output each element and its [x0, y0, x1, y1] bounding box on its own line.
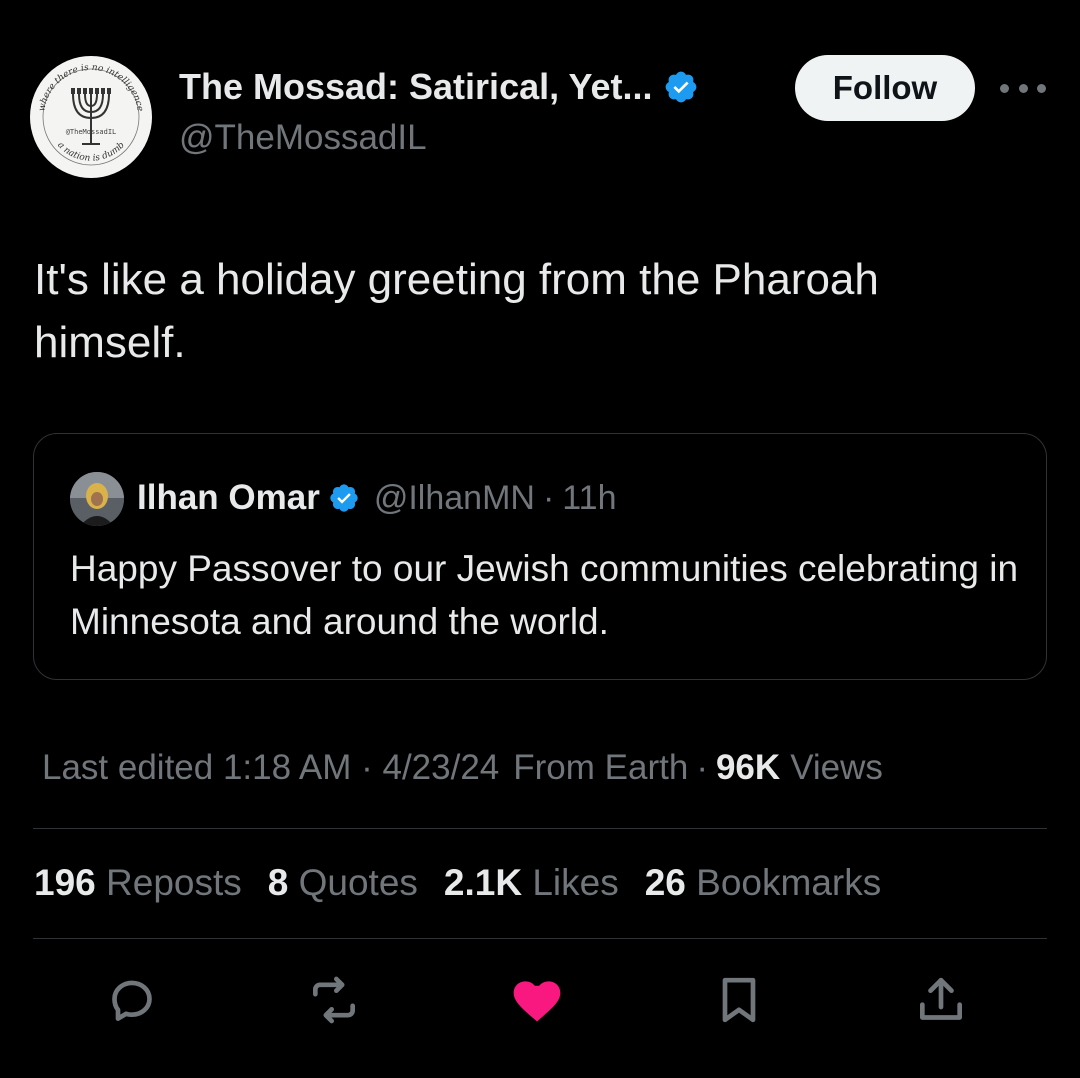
bookmark-icon[interactable] [711, 972, 767, 1028]
like-icon[interactable] [509, 972, 565, 1028]
quote-avatar[interactable] [70, 472, 124, 526]
quote-separator: · [542, 478, 555, 517]
stat-reposts[interactable]: 196 Reposts [34, 862, 242, 904]
share-icon[interactable] [913, 972, 969, 1028]
quote-author-name[interactable]: Ilhan Omar [137, 478, 320, 518]
stat-quotes[interactable]: 8 Quotes [268, 862, 418, 904]
more-options-icon[interactable] [1000, 70, 1046, 106]
avatar-center-text: @TheMossadIL [66, 128, 117, 136]
divider [33, 828, 1047, 829]
quote-text: Happy Passover to our Jewish communities… [70, 548, 1019, 642]
quote-tweet[interactable]: Ilhan Omar @IlhanMN · 11h Happy Passover… [33, 433, 1047, 680]
views-count: 96K [715, 748, 781, 787]
views-label: Views [790, 748, 883, 787]
tweet-meta: Last edited 1:18 AM · 4/23/24 From Earth… [42, 748, 883, 788]
author-display-name[interactable]: The Mossad: Satirical, Yet... [179, 66, 653, 108]
stat-likes[interactable]: 2.1K Likes [444, 862, 619, 904]
author-avatar[interactable]: where there is no intelligence a nation … [30, 56, 152, 178]
quote-verified-badge-icon [328, 482, 360, 514]
quote-timestamp[interactable]: 11h [562, 479, 616, 518]
stat-bookmarks[interactable]: 26 Bookmarks [645, 862, 882, 904]
verified-badge-icon[interactable] [663, 69, 699, 105]
repost-icon[interactable] [306, 972, 362, 1028]
edited-timestamp[interactable]: Last edited 1:18 AM · 4/23/24 [42, 748, 499, 788]
author-handle[interactable]: @TheMossadIL [179, 118, 427, 158]
tweet-text: It's like a holiday greeting from the Ph… [34, 255, 879, 367]
quote-author-handle[interactable]: @IlhanMN [374, 479, 535, 518]
follow-button[interactable]: Follow [795, 55, 975, 121]
divider [33, 938, 1047, 939]
meta-separator: · [696, 748, 708, 787]
engagement-stats: 196 Reposts 8 Quotes 2.1K Likes 26 Bookm… [34, 862, 907, 904]
location-label: From Earth [513, 748, 689, 787]
reply-icon[interactable] [104, 972, 160, 1028]
author-name-row: The Mossad: Satirical, Yet... [179, 66, 699, 108]
quote-header: Ilhan Omar @IlhanMN · 11h [137, 478, 617, 518]
